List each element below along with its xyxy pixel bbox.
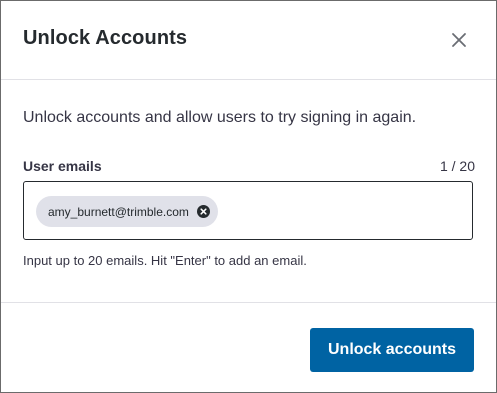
close-icon [452,33,466,47]
email-counter: 1 / 20 [439,158,475,174]
unlock-accounts-dialog: Unlock Accounts Unlock accounts and allo… [0,0,497,393]
unlock-accounts-button[interactable]: Unlock accounts [310,328,474,372]
email-chip-label: amy_burnett@trimble.com [48,204,189,219]
dialog-description: Unlock accounts and allow users to try s… [23,109,417,126]
close-button[interactable] [445,26,473,54]
remove-email-button[interactable] [196,205,210,218]
x-circle-icon [196,205,210,218]
dialog-header: Unlock Accounts [1,1,496,80]
user-emails-label: User emails [23,158,102,174]
dialog-body: Unlock accounts and allow users to try s… [1,80,496,302]
email-chip: amy_burnett@trimble.com [36,196,218,227]
dialog-footer: Unlock accounts [1,302,496,393]
helper-text: Input up to 20 emails. Hit "Enter" to ad… [23,253,307,268]
user-emails-input[interactable]: amy_burnett@trimble.com [23,181,473,240]
dialog-title: Unlock Accounts [23,27,188,49]
